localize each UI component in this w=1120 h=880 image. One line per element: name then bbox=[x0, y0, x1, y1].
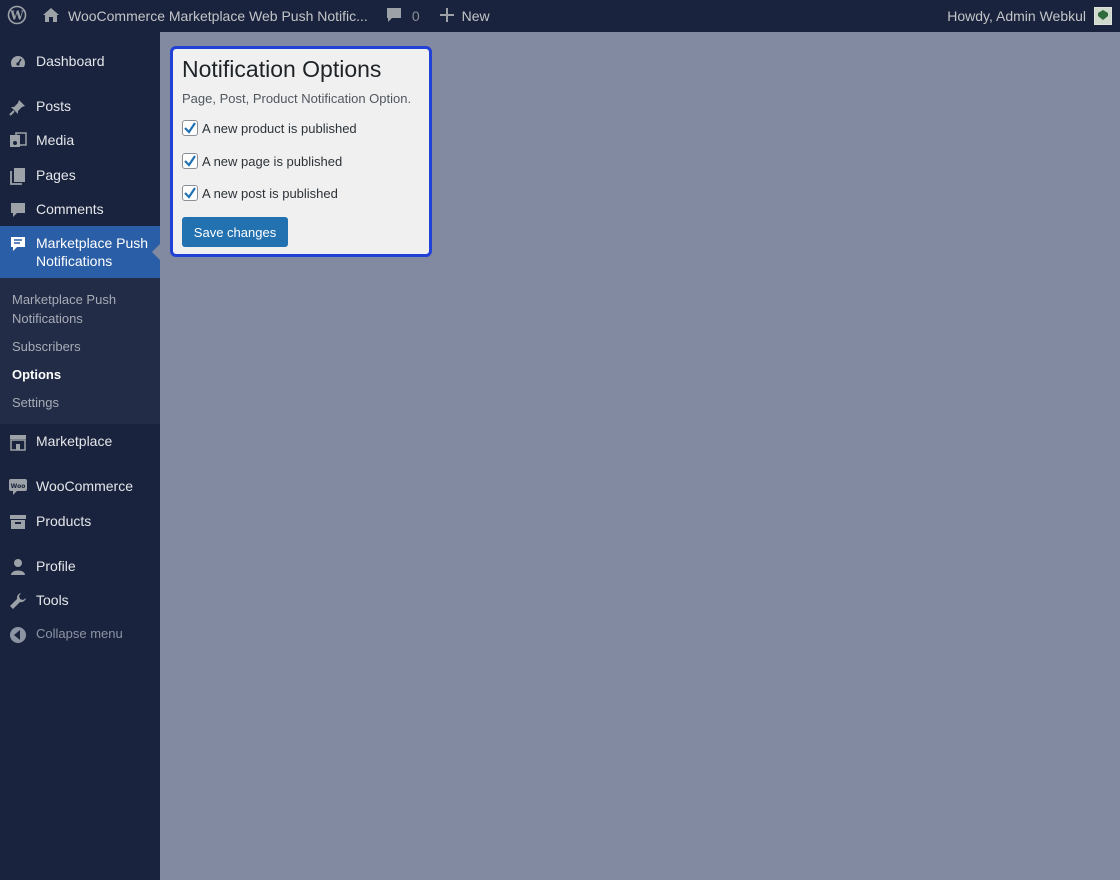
checkmark-icon bbox=[184, 187, 196, 199]
notification-options-panel: Notification Options Page, Post, Product… bbox=[170, 46, 432, 257]
sidebar-item-profile[interactable]: Profile bbox=[0, 557, 160, 576]
media-icon bbox=[0, 132, 36, 150]
howdy-text: Howdy, Admin Webkul bbox=[947, 8, 1086, 24]
sidebar-item-label: Posts bbox=[36, 98, 72, 114]
svg-text:W: W bbox=[9, 8, 24, 22]
plus-icon bbox=[439, 7, 454, 25]
store-icon bbox=[0, 433, 36, 451]
sidebar-item-products[interactable]: Products bbox=[0, 512, 160, 531]
option-post-published[interactable]: A new post is published bbox=[182, 185, 338, 201]
sidebar-item-label: Collapse menu bbox=[36, 626, 123, 641]
comment-icon bbox=[0, 201, 36, 219]
option-label: A new page is published bbox=[202, 153, 343, 169]
wrench-icon bbox=[0, 592, 36, 610]
option-label: A new post is published bbox=[202, 185, 338, 201]
sidebar-item-label: Comments bbox=[36, 201, 104, 217]
new-label: New bbox=[461, 8, 490, 24]
notification-icon bbox=[0, 235, 36, 253]
submenu-item-marketplace-push-notifications[interactable]: Marketplace Push Notifications bbox=[12, 290, 152, 328]
collapse-menu-button[interactable]: Collapse menu bbox=[0, 625, 160, 644]
option-product-published[interactable]: A new product is published bbox=[182, 120, 357, 136]
pages-icon bbox=[0, 167, 36, 185]
sidebar-item-marketplace-push-notifications[interactable]: Marketplace Push Notifications bbox=[0, 226, 160, 278]
my-account[interactable]: Howdy, Admin Webkul bbox=[947, 0, 1112, 32]
checkbox-page-published[interactable] bbox=[182, 153, 198, 169]
sidebar-item-label: Marketplace Push Notifications bbox=[36, 235, 149, 269]
svg-text:Woo: Woo bbox=[11, 483, 26, 490]
sidebar-item-media[interactable]: Media bbox=[0, 131, 160, 150]
sidebar-item-label: Products bbox=[36, 513, 92, 529]
submenu-item-options[interactable]: Options bbox=[12, 365, 152, 384]
new-content-link[interactable]: New bbox=[439, 0, 490, 32]
sidebar-item-label: Profile bbox=[36, 558, 76, 574]
admin-sidebar: Dashboard Posts Media Pages Comments Mar… bbox=[0, 32, 160, 880]
sidebar-item-marketplace[interactable]: Marketplace bbox=[0, 432, 160, 451]
submenu-item-subscribers[interactable]: Subscribers bbox=[12, 337, 152, 356]
save-changes-button[interactable]: Save changes bbox=[182, 217, 288, 247]
user-icon bbox=[0, 558, 36, 576]
panel-description: Page, Post, Product Notification Option. bbox=[182, 91, 412, 106]
checkbox-product-published[interactable] bbox=[182, 120, 198, 136]
checkbox-post-published[interactable] bbox=[182, 185, 198, 201]
sidebar-item-comments[interactable]: Comments bbox=[0, 200, 160, 219]
comment-icon bbox=[386, 7, 402, 26]
admin-bar: W WooCommerce Marketplace Web Push Notif… bbox=[0, 0, 1120, 32]
collapse-icon bbox=[0, 626, 36, 644]
home-icon bbox=[42, 7, 60, 26]
checkmark-icon bbox=[184, 155, 196, 167]
sidebar-item-posts[interactable]: Posts bbox=[0, 97, 160, 116]
current-menu-arrow bbox=[152, 244, 160, 260]
sidebar-item-label: Tools bbox=[36, 592, 69, 608]
site-title: WooCommerce Marketplace Web Push Notific… bbox=[68, 8, 368, 24]
sidebar-item-pages[interactable]: Pages bbox=[0, 166, 160, 185]
sidebar-item-tools[interactable]: Tools bbox=[0, 591, 160, 610]
site-name-link[interactable]: WooCommerce Marketplace Web Push Notific… bbox=[42, 0, 368, 32]
wordpress-icon: W bbox=[7, 5, 27, 28]
sidebar-item-dashboard[interactable]: Dashboard bbox=[0, 52, 160, 71]
checkmark-icon bbox=[184, 122, 196, 134]
comments-link[interactable]: 0 bbox=[386, 0, 420, 32]
submenu-item-settings[interactable]: Settings bbox=[12, 393, 152, 412]
comments-count: 0 bbox=[411, 8, 420, 24]
woo-icon: Woo bbox=[0, 478, 36, 496]
pin-icon bbox=[0, 98, 36, 116]
submenu: Marketplace Push Notifications Subscribe… bbox=[0, 278, 160, 424]
dashboard-icon bbox=[0, 53, 36, 71]
sidebar-item-label: WooCommerce bbox=[36, 478, 133, 494]
option-page-published[interactable]: A new page is published bbox=[182, 153, 342, 169]
sidebar-item-label: Marketplace bbox=[36, 433, 113, 449]
sidebar-item-label: Pages bbox=[36, 167, 76, 183]
page-title: Notification Options bbox=[182, 56, 382, 82]
wordpress-logo-button[interactable]: W bbox=[0, 0, 34, 32]
avatar bbox=[1094, 7, 1112, 25]
sidebar-item-woocommerce[interactable]: Woo WooCommerce bbox=[0, 477, 160, 496]
sidebar-item-label: Dashboard bbox=[36, 53, 105, 69]
archive-icon bbox=[0, 513, 36, 531]
option-label: A new product is published bbox=[202, 120, 357, 136]
sidebar-item-label: Media bbox=[36, 132, 75, 148]
